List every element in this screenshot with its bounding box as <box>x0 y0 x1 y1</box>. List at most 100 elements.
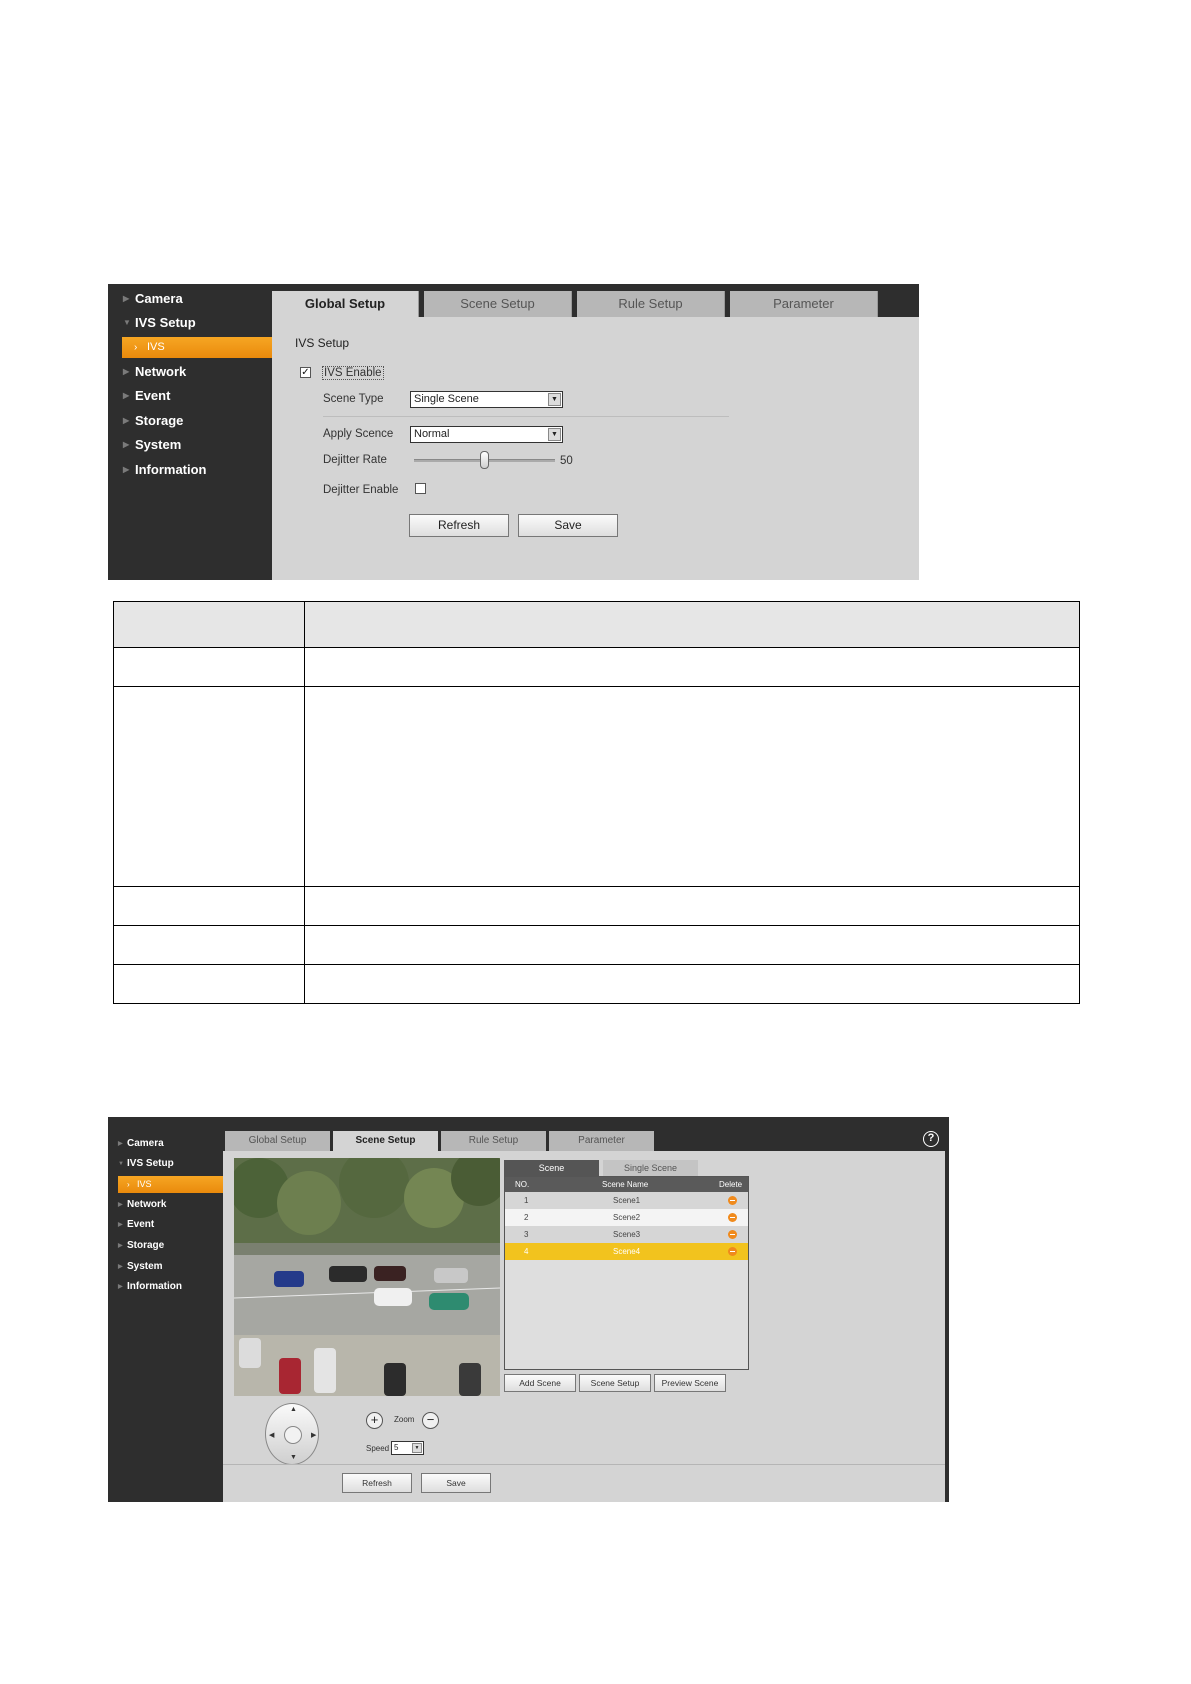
tab-parameter[interactable]: Parameter <box>549 1131 654 1151</box>
arrow-right-icon[interactable]: ▶ <box>311 1431 316 1439</box>
divider <box>323 416 729 417</box>
add-scene-button[interactable]: Add Scene <box>504 1374 576 1392</box>
table-cell <box>304 925 1080 965</box>
table-row <box>113 686 1080 887</box>
ptz-center-button[interactable] <box>284 1426 302 1444</box>
ivs-enable-checkbox[interactable]: ✓ <box>300 367 311 378</box>
sidebar-item-information[interactable]: ▶ Information <box>108 1278 223 1296</box>
sidebar-item-camera[interactable]: ▶ Camera <box>108 288 272 310</box>
sidebar-item-network[interactable]: ▶ Network <box>108 1196 223 1214</box>
col-no: NO. <box>515 1180 530 1189</box>
dejitter-rate-value: 50 <box>560 455 573 467</box>
global-setup-panel: IVS Setup ✓ IVS Enable Scene Type Single… <box>272 317 919 580</box>
dejitter-enable-checkbox[interactable] <box>415 483 426 494</box>
delete-icon[interactable] <box>728 1213 737 1222</box>
street-scene-image <box>234 1158 500 1396</box>
zoom-in-icon[interactable]: + <box>366 1412 383 1429</box>
tab-rule-setup[interactable]: Rule Setup <box>577 291 725 317</box>
parameter-table <box>113 601 1080 1004</box>
row-no: 1 <box>524 1196 529 1205</box>
table-row-selected[interactable]: 4 Scene4 <box>505 1243 748 1260</box>
zoom-label: Zoom <box>394 1415 415 1424</box>
triangle-right-icon: ▶ <box>123 416 130 425</box>
dejitter-rate-slider[interactable] <box>414 451 555 469</box>
triangle-right-icon: ▶ <box>118 1222 123 1228</box>
sidebar: ▶ Camera ▼ IVS Setup › IVS ▶ Network ▶ Event … <box>108 1117 223 1502</box>
table-row <box>113 964 1080 1004</box>
table-row <box>113 886 1080 926</box>
preview-scene-button[interactable]: Preview Scene <box>654 1374 726 1392</box>
ptz-direction-pad[interactable]: ▲ ▼ ◀ ▶ <box>265 1403 319 1465</box>
triangle-right-icon: ▶ <box>118 1202 123 1208</box>
tab-scene-setup[interactable]: Scene Setup <box>424 291 572 317</box>
triangle-right-icon: ▶ <box>123 465 130 474</box>
scene-type-select[interactable]: Single Scene ▼ <box>410 391 563 408</box>
triangle-down-icon: ▼ <box>118 1161 124 1167</box>
row-no: 2 <box>524 1213 529 1222</box>
refresh-button[interactable]: Refresh <box>342 1473 412 1493</box>
table-row[interactable]: 1 Scene1 <box>505 1192 748 1209</box>
slider-thumb[interactable] <box>480 451 489 469</box>
sidebar-item-ivs-setup[interactable]: ▼ IVS Setup <box>108 312 272 334</box>
triangle-right-icon: ▶ <box>123 294 130 303</box>
table-row[interactable]: 2 Scene2 <box>505 1209 748 1226</box>
delete-icon[interactable] <box>728 1196 737 1205</box>
save-button[interactable]: Save <box>518 514 618 537</box>
arrow-down-icon[interactable]: ▼ <box>290 1454 297 1461</box>
sidebar-item-system[interactable]: ▶ System <box>108 434 272 456</box>
row-scene-name: Scene1 <box>613 1196 641 1205</box>
apply-scene-select[interactable]: Normal ▼ <box>410 426 563 443</box>
apply-scene-label: Apply Scence <box>323 428 394 440</box>
tab-parameter[interactable]: Parameter <box>730 291 878 317</box>
tab-bar: Global Setup Scene Setup Rule Setup Para… <box>272 284 919 317</box>
dejitter-rate-label: Dejitter Rate <box>323 454 387 466</box>
sidebar-item-network[interactable]: ▶ Network <box>108 361 272 383</box>
dropdown-arrow-icon: ▼ <box>412 1443 422 1453</box>
subtab-single-scene[interactable]: Single Scene <box>603 1160 698 1176</box>
table-cell <box>113 601 305 648</box>
sidebar-item-ivs-setup[interactable]: ▼ IVS Setup <box>108 1155 223 1173</box>
table-header-row <box>113 601 1080 648</box>
sidebar-item-camera[interactable]: ▶ Camera <box>108 1135 223 1153</box>
sidebar-item-information[interactable]: ▶ Information <box>108 459 272 481</box>
arrow-left-icon[interactable]: ◀ <box>269 1431 274 1439</box>
subtab-scene[interactable]: Scene <box>504 1160 599 1176</box>
table-cell <box>304 686 1080 887</box>
sidebar-subitem-ivs[interactable]: › IVS <box>118 1176 223 1193</box>
tab-global-setup[interactable]: Global Setup <box>225 1131 330 1151</box>
dropdown-arrow-icon: ▼ <box>548 428 561 441</box>
col-delete: Delete <box>719 1180 743 1189</box>
delete-icon[interactable] <box>728 1230 737 1239</box>
scene-list: NO. Scene Name Delete 1 Scene1 2 Scene2 … <box>504 1176 749 1370</box>
row-no: 3 <box>524 1230 529 1239</box>
top-bar <box>223 1117 949 1131</box>
zoom-out-icon[interactable]: − <box>422 1412 439 1429</box>
ivs-scene-setup-screenshot: ▶ Camera ▼ IVS Setup › IVS ▶ Network ▶ Event … <box>108 1117 949 1502</box>
scene-list-header: NO. Scene Name Delete <box>505 1177 748 1192</box>
save-button[interactable]: Save <box>421 1473 491 1493</box>
sidebar-item-storage[interactable]: ▶ Storage <box>108 410 272 432</box>
arrow-up-icon[interactable]: ▲ <box>290 1406 297 1413</box>
chevron-right-icon: › <box>134 342 138 353</box>
table-row[interactable]: 3 Scene3 <box>505 1226 748 1243</box>
col-scene-name: Scene Name <box>602 1180 649 1189</box>
triangle-right-icon: ▶ <box>118 1243 123 1249</box>
sidebar-item-event[interactable]: ▶ Event <box>108 385 272 407</box>
tab-rule-setup[interactable]: Rule Setup <box>441 1131 546 1151</box>
sidebar-item-event[interactable]: ▶ Event <box>108 1216 223 1234</box>
tab-global-setup[interactable]: Global Setup <box>272 291 419 317</box>
speed-select[interactable]: 5 ▼ <box>391 1441 424 1455</box>
row-scene-name: Scene4 <box>613 1247 641 1256</box>
table-row <box>113 647 1080 687</box>
sidebar-item-system[interactable]: ▶ System <box>108 1258 223 1276</box>
sidebar-item-storage[interactable]: ▶ Storage <box>108 1237 223 1255</box>
table-cell <box>304 964 1080 1004</box>
refresh-button[interactable]: Refresh <box>409 514 509 537</box>
tab-scene-setup[interactable]: Scene Setup <box>333 1131 438 1151</box>
scene-setup-button[interactable]: Scene Setup <box>579 1374 651 1392</box>
delete-icon[interactable] <box>728 1247 737 1256</box>
sidebar-subitem-ivs[interactable]: › IVS <box>122 337 272 358</box>
video-preview[interactable] <box>234 1158 500 1396</box>
speed-label: Speed <box>366 1444 390 1453</box>
help-icon[interactable]: ? <box>923 1131 939 1147</box>
